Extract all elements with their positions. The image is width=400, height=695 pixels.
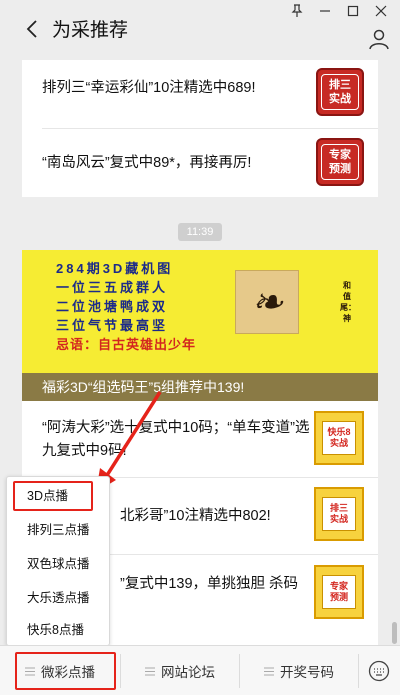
back-button[interactable]	[26, 16, 46, 42]
pin-icon	[291, 4, 303, 17]
article-row[interactable]: “阿涛大彩”选十复式中10码；“单车变道”选九复式中9码! 快乐8 实战	[22, 401, 378, 477]
stamp-thumbnail: 排三 实战	[316, 68, 364, 116]
article-row[interactable]: 排列三“幸运彩仙”10注精选中689! 排三实战	[22, 60, 378, 128]
article-title: “阿涛大彩”选十复式中10码；“单车变道”选九复式中9码!	[42, 420, 310, 459]
thumb-line: 实战	[329, 93, 351, 105]
calligraphy-art: ❧	[235, 270, 299, 334]
banner-side-text: 和值尾：神	[340, 281, 356, 323]
window-controls	[286, 2, 392, 20]
banner-line: 二位池塘鸭成双	[56, 299, 169, 314]
article-title: 北彩哥”10注精选中802!	[120, 508, 271, 524]
minimize-button[interactable]	[314, 2, 336, 20]
thumb-line: 排三	[329, 79, 351, 91]
menu-item-kuaile8[interactable]: 快乐8点播	[7, 613, 109, 647]
thumb-line: 快乐8	[327, 427, 351, 437]
thumb-line: 实战	[329, 514, 348, 524]
user-icon	[369, 29, 389, 50]
timestamp: 11:39	[178, 223, 222, 241]
close-icon	[375, 5, 387, 17]
minimize-icon	[320, 10, 330, 12]
menu-item-pailie3[interactable]: 排列三点播	[7, 513, 109, 547]
banner-text: 284期3D藏机图 一位三五成群人 二位池塘鸭成双 三位气节最高坚 忌语：自古英…	[56, 259, 196, 354]
highlight-box	[13, 481, 93, 511]
highlight-box	[15, 652, 116, 690]
keyboard-toggle[interactable]	[368, 660, 390, 682]
thumb-line: 专家	[329, 149, 351, 161]
banner-line: 284期3D藏机图	[56, 261, 174, 276]
notepad-thumbnail: 排三 实战	[314, 487, 364, 541]
article-title: 排列三“幸运彩仙”10注精选中689!	[42, 80, 256, 96]
banner-line: 三位气节最高坚	[56, 318, 169, 333]
article-title: “南岛风云”复式中89*，再接再厉!	[42, 155, 252, 171]
menu-icon	[264, 664, 274, 679]
tab-wangzhan-luntan[interactable]: 网站论坛	[121, 646, 239, 695]
thumb-line: 预测	[329, 163, 351, 175]
maximize-button[interactable]	[342, 2, 364, 20]
banner-image[interactable]: 284期3D藏机图 一位三五成群人 二位池塘鸭成双 三位气节最高坚 忌语：自古英…	[22, 250, 378, 373]
banner-caption[interactable]: 福彩3D“组选码王”5组推荐中139!	[22, 373, 378, 401]
menu-item-daletou[interactable]: 大乐透点播	[7, 581, 109, 615]
tab-separator	[358, 654, 359, 688]
thumb-line: 排三	[329, 503, 348, 513]
profile-button[interactable]	[368, 28, 390, 50]
article-row[interactable]: “南岛风云”复式中89*，再接再厉! 专家预测	[22, 129, 378, 197]
pin-button[interactable]	[286, 2, 308, 20]
stamp-thumbnail: 专家 预测	[316, 138, 364, 186]
title-bar: 为采推荐	[0, 0, 400, 60]
scrollbar[interactable]	[392, 622, 397, 644]
keyboard-icon	[368, 660, 390, 682]
notepad-thumbnail: 快乐8 实战	[314, 411, 364, 465]
maximize-icon	[347, 5, 359, 17]
thumb-line: 预测	[329, 592, 348, 602]
banner-motto: 忌语：自古英雄出少年	[56, 337, 197, 352]
menu-icon	[145, 664, 155, 679]
tab-label: 网站论坛	[161, 665, 215, 680]
article-title: ”复式中139，单挑独胆 杀码	[120, 576, 299, 592]
chevron-left-icon	[26, 20, 37, 38]
thumb-line: 专家	[329, 581, 348, 591]
menu-item-shuangseqiu[interactable]: 双色球点播	[7, 547, 109, 581]
close-button[interactable]	[370, 2, 392, 20]
article-card: 排列三“幸运彩仙”10注精选中689! 排三实战 “南岛风云”复式中89*，再接…	[22, 60, 378, 197]
banner-line: 一位三五成群人	[56, 280, 169, 295]
page-title: 为采推荐	[52, 20, 129, 41]
tab-kaijiang-haoma[interactable]: 开奖号码	[240, 646, 358, 695]
notepad-thumbnail: 专家 预测	[314, 565, 364, 619]
tab-label: 开奖号码	[280, 665, 334, 680]
thumb-line: 实战	[329, 438, 348, 448]
